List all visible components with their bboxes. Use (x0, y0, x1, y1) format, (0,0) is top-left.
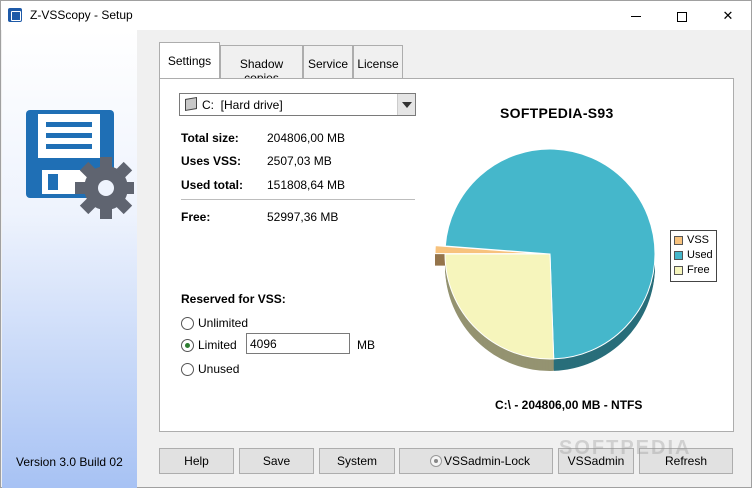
legend-swatch-vss (674, 236, 683, 245)
free-value: 52997,36 MB (267, 210, 339, 224)
limit-unit-label: MB (357, 338, 375, 352)
setup-window: Z-VSScopy - Setup ✕ Version 3.0 Build 02… (0, 0, 752, 488)
radio-limited-label[interactable]: Limited (198, 338, 237, 352)
drive-name: [Hard drive] (220, 98, 283, 112)
radio-unlimited[interactable] (181, 317, 194, 330)
legend-label-vss: VSS (687, 234, 710, 246)
radio-limited[interactable] (181, 339, 194, 352)
chart-legend: VSS Used Free (670, 230, 717, 282)
legend-item-used: Used (674, 249, 716, 264)
window-title: Z-VSScopy - Setup (30, 8, 133, 22)
free-label: Free: (181, 210, 211, 224)
system-button[interactable]: System (319, 448, 395, 474)
minimize-icon (631, 16, 641, 18)
title-bar: Z-VSScopy - Setup ✕ (1, 1, 751, 30)
used-total-label: Used total: (181, 178, 244, 192)
legend-item-free: Free (674, 264, 716, 279)
pie-slice-free (444, 253, 555, 360)
used-total-value: 151808,64 MB (267, 178, 346, 192)
tab-license[interactable]: License (353, 45, 403, 79)
legend-label-free: Free (687, 264, 710, 276)
limit-mb-input[interactable] (246, 333, 350, 354)
legend-swatch-used (674, 251, 683, 260)
maximize-button[interactable] (659, 1, 705, 30)
stats-divider (181, 199, 415, 200)
vssadmin-lock-button[interactable]: VSSadmin-Lock (399, 448, 553, 474)
tab-settings[interactable]: Settings (159, 42, 220, 78)
drive-letter: C: (202, 98, 214, 112)
close-button[interactable]: ✕ (705, 1, 751, 30)
hard-drive-icon (185, 96, 197, 112)
app-icon (8, 8, 22, 22)
chart-title: SOFTPEDIA-S93 (500, 105, 614, 121)
total-size-label: Total size: (181, 131, 239, 145)
settings-panel: C: [Hard drive] Total size: 204806,00 MB… (159, 78, 734, 432)
floppy-gear-icon (26, 110, 134, 219)
radio-unused-label[interactable]: Unused (198, 362, 239, 376)
sidebar: Version 3.0 Build 02 (2, 30, 137, 488)
tab-shadow-copies[interactable]: Shadow copies (220, 45, 303, 85)
reserved-for-vss-title: Reserved for VSS: (181, 292, 286, 306)
legend-swatch-free (674, 266, 683, 275)
minimize-button[interactable] (613, 1, 659, 30)
version-label: Version 3.0 Build 02 (16, 455, 123, 469)
help-button[interactable]: Help (159, 448, 234, 474)
uses-vss-value: 2507,03 MB (267, 154, 332, 168)
maximize-icon (677, 11, 687, 22)
radio-unlimited-label[interactable]: Unlimited (198, 316, 248, 330)
watermark: SOFTPEDIA (559, 437, 692, 459)
total-size-value: 204806,00 MB (267, 131, 346, 145)
tab-service[interactable]: Service (303, 45, 353, 79)
uses-vss-label: Uses VSS: (181, 154, 242, 168)
chart-footer: C:\ - 204806,00 MB - NTFS (495, 398, 643, 412)
drive-dropdown[interactable]: C: [Hard drive] (179, 93, 416, 116)
legend-label-used: Used (687, 249, 713, 261)
legend-item-vss: VSS (674, 234, 716, 249)
radio-icon (430, 455, 442, 467)
disk-usage-pie-chart (434, 148, 656, 371)
save-button[interactable]: Save (239, 448, 314, 474)
chevron-down-icon[interactable] (397, 94, 415, 115)
radio-unused[interactable] (181, 363, 194, 376)
vssadmin-lock-label: VSSadmin-Lock (443, 454, 531, 468)
